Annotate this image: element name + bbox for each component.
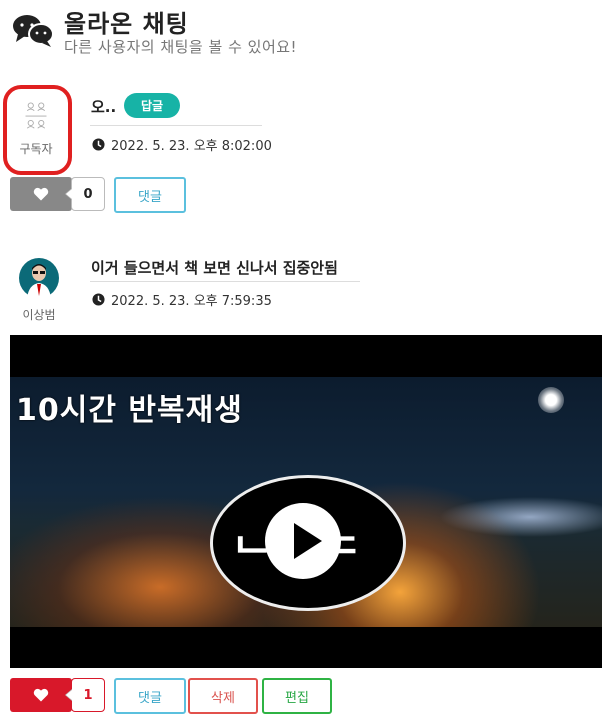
author-name: 구독자 xyxy=(19,142,53,156)
video-thumbnail-text: 10시간 반복재생 xyxy=(16,393,243,428)
like-button[interactable] xyxy=(10,678,72,712)
avatar xyxy=(19,258,59,298)
reply-badge[interactable]: 답글 xyxy=(124,93,180,118)
page-subtitle: 다른 사용자의 채팅을 볼 수 있어요! xyxy=(64,38,298,56)
author-name: 이상범 xyxy=(22,308,56,322)
page-title: 올라온 채팅 xyxy=(64,10,189,38)
clock-icon xyxy=(92,293,105,306)
edit-button[interactable]: 편집 xyxy=(262,678,332,714)
play-icon xyxy=(294,523,322,559)
timestamp-text: 2022. 5. 23. 오후 7:59:35 xyxy=(111,294,272,309)
comment-button[interactable]: 댓글 xyxy=(114,678,186,714)
avatar xyxy=(25,102,47,129)
heart-icon xyxy=(33,688,49,702)
comment-button[interactable]: 댓글 xyxy=(114,177,186,213)
like-count: 1 xyxy=(65,678,105,712)
moon-graphic xyxy=(538,387,564,413)
video-thumbnail: 10시간 반복재생 ᄂᄂᄃ xyxy=(10,377,602,627)
divider xyxy=(90,125,262,126)
timestamp-text: 2022. 5. 23. 오후 8:02:00 xyxy=(111,139,272,154)
like-count: 0 xyxy=(65,177,105,211)
chat-bubbles-icon xyxy=(13,15,54,47)
clock-icon xyxy=(92,138,105,151)
video-embed[interactable]: 10시간 반복재생 ᄂᄂᄃ xyxy=(10,335,602,668)
post-title: 오.. xyxy=(91,98,117,116)
author-block[interactable]: 구독자 xyxy=(14,98,58,157)
delete-button[interactable]: 삭제 xyxy=(188,678,258,714)
like-button[interactable] xyxy=(10,177,72,211)
author-block[interactable]: 이상범 xyxy=(17,258,61,323)
post-title: 이거 들으면서 책 보면 신나서 집중안됨 xyxy=(91,259,338,277)
post-timestamp: 2022. 5. 23. 오후 8:02:00 xyxy=(92,135,272,154)
heart-icon xyxy=(33,187,49,201)
post-timestamp: 2022. 5. 23. 오후 7:59:35 xyxy=(92,290,272,309)
divider xyxy=(90,281,360,282)
